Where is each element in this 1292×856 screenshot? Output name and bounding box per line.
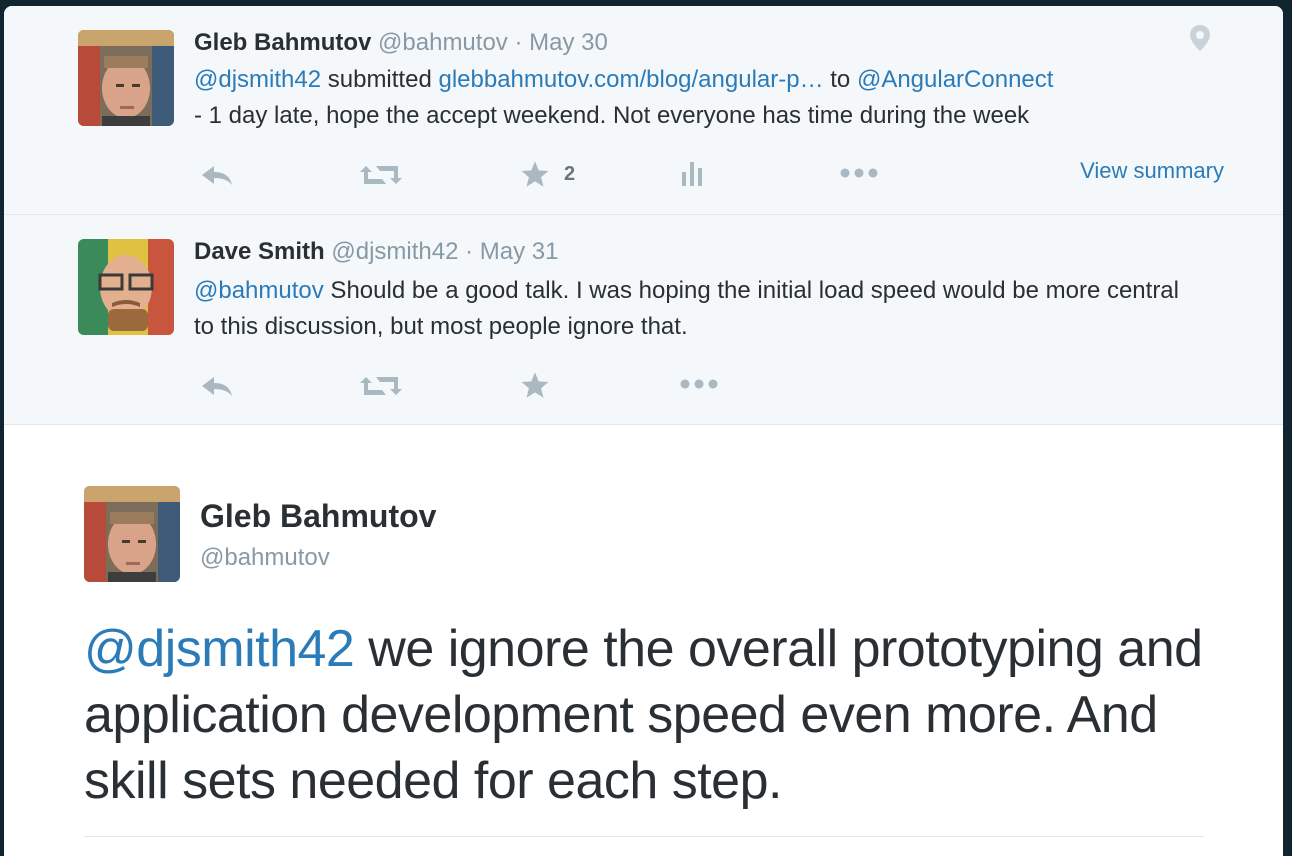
main-tweet-text: @djsmith42 we ignore the overall prototy… (84, 616, 1224, 814)
separator: · (507, 29, 530, 56)
avatar[interactable] (78, 30, 174, 126)
author-handle[interactable]: @djsmith42 (331, 238, 458, 265)
reply-icon[interactable] (200, 375, 234, 397)
tweet-actions (194, 371, 1224, 411)
separator: · (458, 238, 480, 265)
star-icon (521, 161, 549, 187)
text-segment: Should be a good talk. I was hoping the … (194, 277, 1179, 340)
main-author-name[interactable]: Gleb Bahmutov (200, 498, 436, 535)
more-icon[interactable] (840, 168, 880, 178)
retweet-icon[interactable] (360, 164, 402, 186)
conversation-tweet-2[interactable]: Dave Smith @djsmith42 · May 31 @bahmutov… (4, 215, 1283, 425)
main-avatar[interactable] (84, 486, 180, 582)
avatar-image (84, 486, 180, 582)
divider (84, 836, 1204, 837)
url-link[interactable]: glebbahmutov.com/blog/angular-p… (438, 66, 823, 93)
mention-link[interactable]: @bahmutov (194, 277, 324, 304)
tweet-header: Dave Smith @djsmith42 · May 31 (194, 237, 559, 267)
avatar[interactable] (78, 239, 174, 335)
text-segment: - 1 day late, hope the accept weekend. N… (194, 102, 1030, 129)
tweet-date[interactable]: May 30 (529, 29, 608, 56)
reply-icon[interactable] (200, 164, 234, 186)
tweet-detail-card: Gleb Bahmutov @bahmutov · May 30 @djsmit… (4, 6, 1283, 856)
tweet-text: @bahmutov Should be a good talk. I was h… (194, 273, 1204, 345)
conversation-tweet-1[interactable]: Gleb Bahmutov @bahmutov · May 30 @djsmit… (4, 6, 1283, 215)
author-handle[interactable]: @bahmutov (378, 29, 508, 56)
view-summary-link[interactable]: View summary (1080, 156, 1224, 186)
tweet-header: Gleb Bahmutov @bahmutov · May 30 (194, 28, 608, 58)
author-name[interactable]: Dave Smith (194, 238, 325, 265)
star-icon[interactable] (520, 371, 550, 399)
analytics-icon[interactable] (680, 160, 706, 186)
retweet-icon[interactable] (360, 375, 402, 397)
mention-link[interactable]: @djsmith42 (84, 620, 355, 678)
mention-link[interactable]: @AngularConnect (857, 66, 1053, 93)
text-segment: submitted (321, 66, 439, 93)
favorite-action[interactable]: 2 (520, 160, 575, 188)
tweet-text: @djsmith42 submitted glebbahmutov.com/bl… (194, 62, 1224, 134)
favorite-count: 2 (564, 162, 576, 185)
avatar-image (78, 30, 174, 126)
main-author-handle[interactable]: @bahmutov (200, 544, 330, 572)
text-segment: to (823, 66, 857, 93)
author-name[interactable]: Gleb Bahmutov (194, 29, 371, 56)
avatar-image (78, 239, 174, 335)
tweet-actions: 2 View summary (194, 156, 1224, 196)
tweet-date[interactable]: May 31 (480, 238, 559, 265)
mention-link[interactable]: @djsmith42 (194, 66, 321, 93)
more-icon[interactable] (680, 379, 720, 389)
location-pin-icon[interactable] (1189, 24, 1211, 57)
